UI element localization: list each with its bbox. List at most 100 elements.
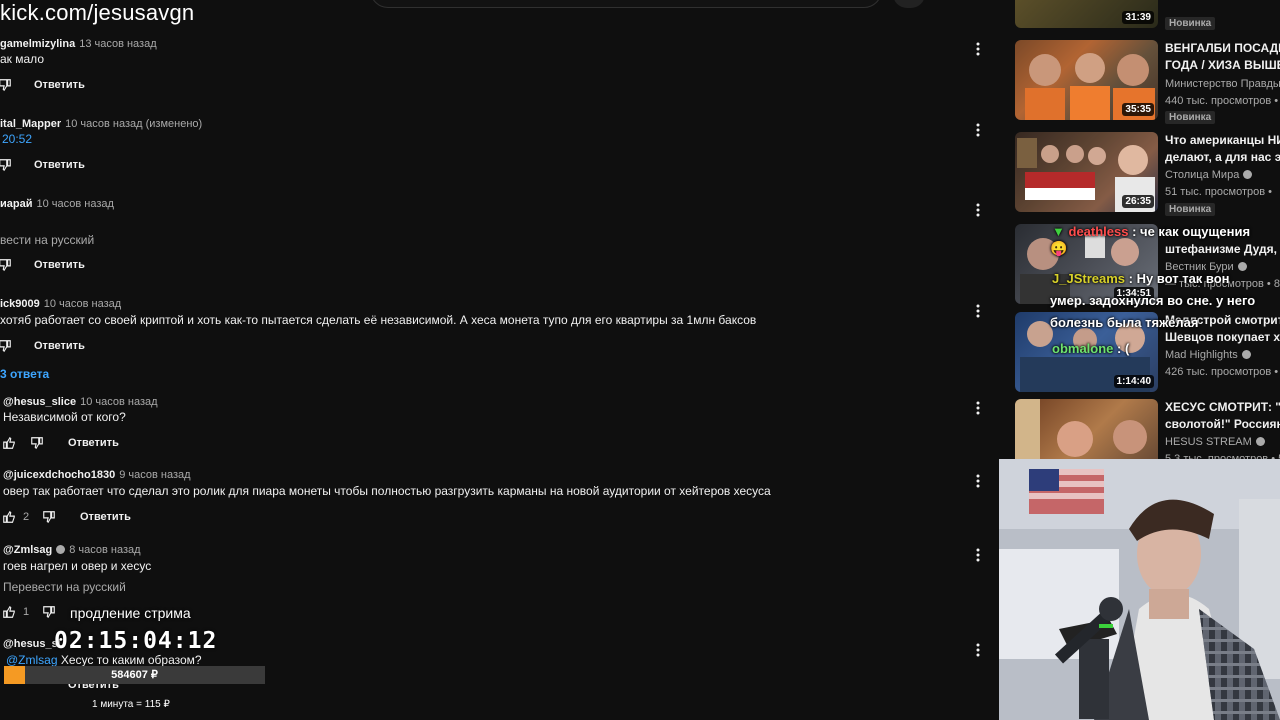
- video-title[interactable]: штефанизме Дудя, п: [1165, 241, 1280, 258]
- translate-link[interactable]: Перевести на русский: [3, 580, 126, 594]
- chat-message-cont: умер. задохнулся во сне. у него: [1050, 293, 1256, 308]
- comment-time[interactable]: 10 часов назад: [44, 298, 121, 310]
- like-icon[interactable]: [2, 436, 16, 450]
- chat-message: J_JStreams : Ну вот так вон: [1052, 271, 1230, 286]
- search-bar[interactable]: [370, 0, 882, 8]
- translate-link[interactable]: вести на русский: [0, 233, 94, 247]
- video-duration: 31:39: [1122, 11, 1154, 24]
- reply-button[interactable]: Ответить: [34, 79, 85, 91]
- comment-time[interactable]: 10 часов назад: [80, 396, 157, 408]
- comment-author[interactable]: gamelmizylina: [0, 38, 75, 50]
- chat-text: че как ощущения: [1140, 224, 1251, 239]
- video-channel[interactable]: Министерство Правды: [1165, 78, 1280, 90]
- more-vert-icon[interactable]: [972, 547, 984, 563]
- comment-author[interactable]: иарай: [0, 198, 32, 210]
- related-video[interactable]: 35:35 ВЕНГАЛБИ ПОСАДИГОДА / ХИЗА ВЫШЕЛ М…: [1015, 40, 1280, 124]
- reply-button[interactable]: Ответить: [34, 259, 85, 271]
- comment-time[interactable]: 10 часов назад: [36, 198, 113, 210]
- comment: gamelmizylina 13 часов назад ак мало Отве…: [0, 32, 990, 102]
- comment: иарай 10 часов назад вести на русский Отв…: [0, 192, 990, 282]
- more-vert-icon[interactable]: [972, 41, 984, 57]
- comment-author[interactable]: ital_Mapper: [0, 118, 61, 130]
- video-title[interactable]: Что американцы НИ делают, а для нас эт: [1165, 132, 1280, 166]
- mention-link[interactable]: @Zmlsag: [6, 653, 58, 667]
- dislike-icon[interactable]: [42, 510, 56, 524]
- video-channel[interactable]: HESUS STREAM: [1165, 436, 1265, 448]
- new-badge: Новинка: [1165, 17, 1216, 30]
- chat-message: ▼ deathless : че как ощущения: [1052, 224, 1251, 239]
- video-channel[interactable]: Столица Мира: [1165, 169, 1253, 181]
- comment-text: овер так работает что сделал это ролик д…: [3, 484, 771, 498]
- verified-icon: [1255, 437, 1265, 446]
- rate-info: 1 минута = 115 ₽: [92, 699, 170, 710]
- dislike-icon[interactable]: [30, 436, 44, 450]
- more-vert-icon[interactable]: [972, 122, 984, 138]
- verified-icon: [1237, 262, 1247, 271]
- video-thumbnail[interactable]: 26:35: [1015, 132, 1158, 212]
- reply-button[interactable]: Ответить: [80, 511, 131, 523]
- dislike-icon[interactable]: [0, 158, 12, 172]
- comment-author[interactable]: @juicexdchocho1830: [3, 469, 115, 481]
- more-vert-icon[interactable]: [972, 202, 984, 218]
- video-channel[interactable]: Mad Highlights: [1165, 349, 1251, 361]
- stream-timer: 02:15:04:12: [54, 628, 218, 654]
- donation-amount: 584607 ₽: [111, 669, 158, 681]
- related-video[interactable]: 26:35 Что американцы НИ делают, а для нас…: [1015, 132, 1280, 216]
- comment-time[interactable]: 13 часов назад: [79, 38, 156, 50]
- video-title[interactable]: ХЕСУС СМОТРИТ: "В сволотой!" Россияне: [1165, 399, 1280, 433]
- related-video[interactable]: 31:39 Новинка: [1015, 0, 1280, 34]
- stream-extension-label: продление стрима: [70, 605, 191, 621]
- comment-text: гоев нагрел и овер и хесус: [3, 559, 152, 573]
- timestamp-link[interactable]: 20:52: [2, 132, 32, 146]
- video-duration: 26:35: [1122, 195, 1154, 208]
- chat-user: J_JStreams: [1052, 271, 1125, 286]
- chat-user: deathless: [1068, 224, 1129, 239]
- video-views: 440 тыс. просмотров •: [1165, 95, 1279, 107]
- video-duration: 1:14:40: [1113, 375, 1154, 388]
- video-views: 51 тыс. просмотров •: [1165, 186, 1273, 198]
- reply-comment: @hesus_slice 10 часов назад Независимой о…: [0, 390, 990, 460]
- video-thumbnail[interactable]: 35:35: [1015, 40, 1158, 120]
- search-voice-button[interactable]: [893, 0, 925, 8]
- verified-icon: [56, 545, 66, 554]
- more-vert-icon[interactable]: [972, 400, 984, 416]
- reply-button[interactable]: Ответить: [34, 159, 85, 171]
- dislike-icon[interactable]: [0, 339, 12, 353]
- comment-author[interactable]: ick9009: [0, 298, 40, 310]
- reply-comment: @juicexdchocho1830 9 часов назад овер так…: [0, 463, 990, 533]
- dislike-icon[interactable]: [42, 605, 56, 619]
- like-icon[interactable]: [2, 605, 16, 619]
- comment-time[interactable]: 10 часов назад (изменено): [65, 118, 202, 130]
- dislike-icon[interactable]: [0, 258, 12, 272]
- comment-author[interactable]: @hesus_slice: [3, 396, 76, 408]
- comment: ick9009 10 часов назад хотяб работает со …: [0, 292, 990, 382]
- reply-button[interactable]: Ответить: [68, 437, 119, 449]
- dislike-icon[interactable]: [0, 78, 12, 92]
- chat-message-cont: болезнь была тяжелая: [1050, 315, 1199, 330]
- like-count: 2: [23, 511, 30, 523]
- comment-text: хотяб работает со своей криптой и хоть к…: [0, 313, 757, 327]
- video-thumbnail[interactable]: 31:39: [1015, 0, 1158, 28]
- comment-text: ак мало: [0, 52, 44, 66]
- reply-button[interactable]: Ответить: [34, 340, 85, 352]
- webcam-feed: [999, 459, 1280, 720]
- emote-icon: 😛: [1050, 240, 1068, 256]
- like-icon[interactable]: [2, 510, 16, 524]
- comment-time[interactable]: 8 часов назад: [69, 544, 140, 556]
- chat-message: obmalone : (: [1052, 341, 1130, 356]
- chat-text: Ну вот так вон: [1136, 271, 1230, 286]
- comment-author[interactable]: @Zmlsag: [3, 544, 52, 556]
- chat-user: obmalone: [1052, 341, 1114, 356]
- video-duration: 35:35: [1122, 103, 1154, 116]
- chat-text: (: [1124, 341, 1130, 356]
- more-vert-icon[interactable]: [972, 473, 984, 489]
- comment-text: Хесус то каким образом?: [60, 653, 202, 667]
- show-replies-link[interactable]: 3 ответа: [0, 367, 49, 381]
- more-vert-icon[interactable]: [972, 642, 984, 658]
- like-count: 1: [23, 606, 30, 618]
- video-title[interactable]: ВЕНГАЛБИ ПОСАДИГОДА / ХИЗА ВЫШЕЛ: [1165, 40, 1280, 74]
- more-vert-icon[interactable]: [972, 303, 984, 319]
- comment-author[interactable]: @hesus_sl: [3, 638, 61, 650]
- verified-icon: [1243, 170, 1253, 179]
- comment-time[interactable]: 9 часов назад: [119, 469, 190, 481]
